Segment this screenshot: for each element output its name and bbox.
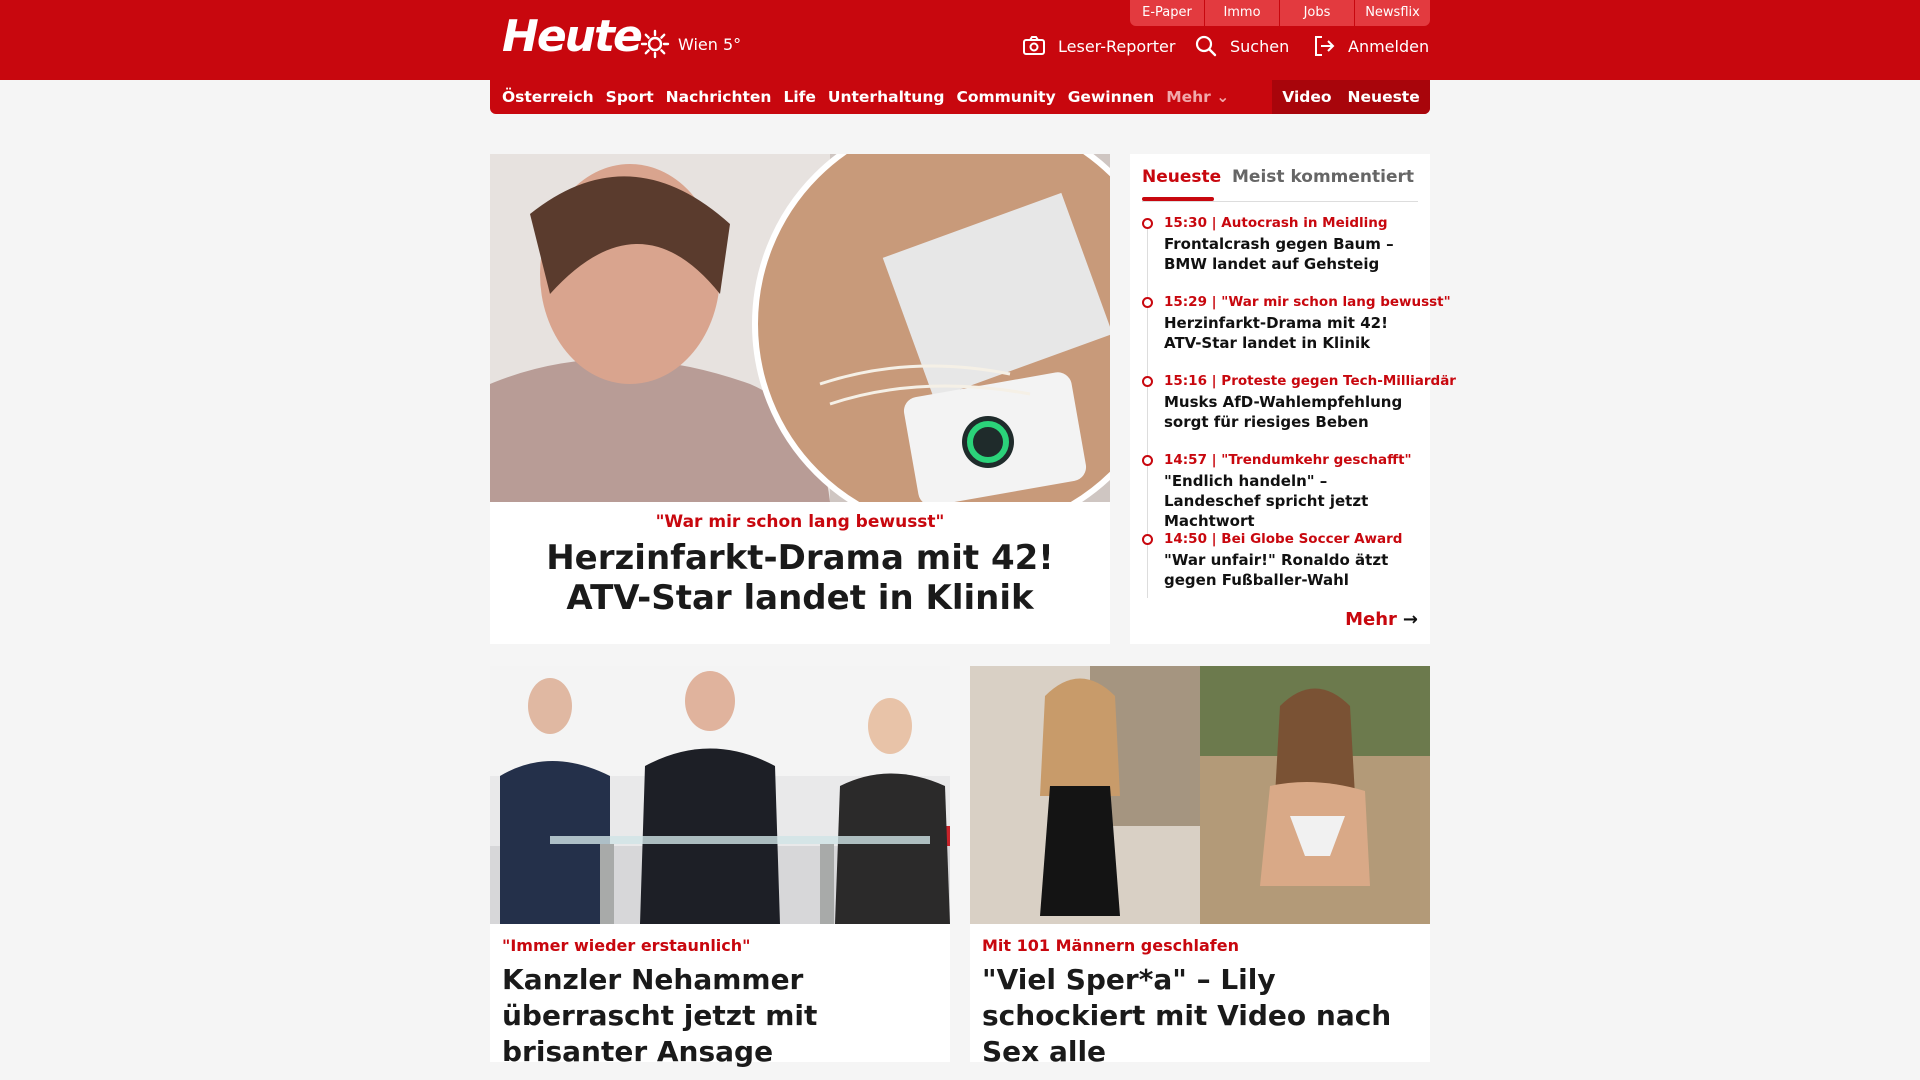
arrow-right-icon: → [1402,609,1418,630]
timeline-dot-icon [1142,218,1153,229]
nav-more-label: Mehr [1166,88,1211,106]
search-label: Suchen [1230,36,1290,56]
hero-title[interactable]: Herzinfarkt-Drama mit 42! ATV-Star lande… [510,538,1090,618]
camera-icon [1023,36,1045,55]
feed-meta: 14:50 | Bei Globe Soccer Award [1164,531,1403,547]
news-tabs: Neueste Meist kommentiert [1142,164,1418,202]
heute-logo[interactable]: Heute [502,12,643,62]
weather-text: Wien 5° [678,34,742,54]
tab-neueste[interactable]: Neueste [1142,164,1221,201]
feed-meta: 14:57 | "Trendumkehr geschafft" [1164,452,1412,468]
search-button[interactable]: Suchen [1194,30,1289,62]
article-image[interactable] [490,666,950,924]
top-links: E-Paper Immo Jobs Newsflix [1130,0,1430,26]
top-link-jobs[interactable]: Jobs [1280,0,1355,26]
nav-gewinnen[interactable]: Gewinnen [1068,88,1154,106]
search-icon [1195,35,1217,57]
nav-sport[interactable]: Sport [606,88,654,106]
hero-image[interactable] [490,154,1110,502]
feed-item[interactable]: 14:50 | Bei Globe Soccer Award "War unfa… [1142,530,1418,609]
nav-video[interactable]: Video [1282,88,1331,106]
timeline-dot-icon [1142,534,1153,545]
feed-meta: 15:29 | "War mir schon lang bewusst" [1164,294,1451,310]
feed-title[interactable]: "Endlich handeln" – Landeschef spricht j… [1164,471,1418,531]
feed-title[interactable]: Frontalcrash gegen Baum – BMW landet auf… [1164,234,1418,274]
login-label: Anmelden [1348,36,1430,56]
hero-kicker: "War mir schon lang bewusst" [655,512,945,532]
card-title[interactable]: Kanzler Nehammer überrascht jetzt mit br… [502,962,942,1070]
login-icon [1315,36,1335,56]
feed-title[interactable]: "War unfair!" Ronaldo ätzt gegen Fußball… [1164,550,1418,590]
tab-meist-kommentiert[interactable]: Meist kommentiert [1232,164,1414,190]
more-news-link[interactable]: Mehr → [1345,609,1418,630]
weather-widget[interactable]: Wien 5° [640,24,741,64]
article-card[interactable]: Mit 101 Männern geschlafen "Viel Sper*a"… [970,666,1430,1068]
leser-reporter-label: Leser-Reporter [1058,36,1176,56]
top-link-epaper[interactable]: E-Paper [1130,0,1205,26]
more-label: Mehr [1345,609,1397,630]
nav-nachrichten[interactable]: Nachrichten [666,88,772,106]
feed-title[interactable]: Musks AfD-Wahlempfehlung sorgt für riesi… [1164,392,1418,432]
nav-oesterreich[interactable]: Österreich [502,88,594,106]
feed-item[interactable]: 15:16 | Proteste gegen Tech-Milliardär M… [1142,372,1456,451]
sun-icon [640,29,670,59]
nav-more-dropdown[interactable]: Mehr ⌄ [1166,88,1229,106]
nav-neueste[interactable]: Neueste [1348,88,1420,106]
login-button[interactable]: Anmelden [1312,30,1429,62]
top-header [0,0,1920,80]
main-nav: Österreich Sport Nachrichten Life Unterh… [490,80,1430,114]
timeline-dot-icon [1142,376,1153,387]
chevron-down-icon: ⌄ [1216,88,1230,106]
news-feed: 15:30 | Autocrash in Meidling Frontalcra… [1142,214,1456,609]
card-kicker: Mit 101 Männern geschlafen [982,936,1239,955]
nav-community[interactable]: Community [956,88,1055,106]
hero-article[interactable]: "War mir schon lang bewusst" Herzinfarkt… [490,154,1110,644]
feed-meta: 15:16 | Proteste gegen Tech-Milliardär [1164,373,1456,389]
politicians-photo [490,666,950,924]
feed-item[interactable]: 14:57 | "Trendumkehr geschafft" "Endlich… [1142,451,1418,530]
timeline-dot-icon [1142,455,1153,466]
card-title[interactable]: "Viel Sper*a" – Lily schockiert mit Vide… [982,962,1422,1070]
nav-life[interactable]: Life [783,88,815,106]
latest-news-panel: Neueste Meist kommentiert 15:30 | Autocr… [1130,154,1456,644]
nav-unterhaltung[interactable]: Unterhaltung [828,88,945,106]
model-photo [970,666,1430,924]
feed-title[interactable]: Herzinfarkt-Drama mit 42! ATV-Star lande… [1164,313,1418,353]
article-card[interactable]: "Immer wieder erstaunlich" Kanzler Neham… [490,666,950,1068]
article-image[interactable] [970,666,1430,924]
hero-photo [490,154,1110,502]
feed-item[interactable]: 15:30 | Autocrash in Meidling Frontalcra… [1142,214,1418,293]
top-link-newsflix[interactable]: Newsflix [1355,0,1430,26]
timeline-dot-icon [1142,297,1153,308]
card-kicker: "Immer wieder erstaunlich" [502,936,751,955]
leser-reporter-button[interactable]: Leser-Reporter [1022,30,1175,62]
feed-meta: 15:30 | Autocrash in Meidling [1164,215,1388,231]
feed-item[interactable]: 15:29 | "War mir schon lang bewusst" Her… [1142,293,1451,372]
top-link-immo[interactable]: Immo [1205,0,1280,26]
